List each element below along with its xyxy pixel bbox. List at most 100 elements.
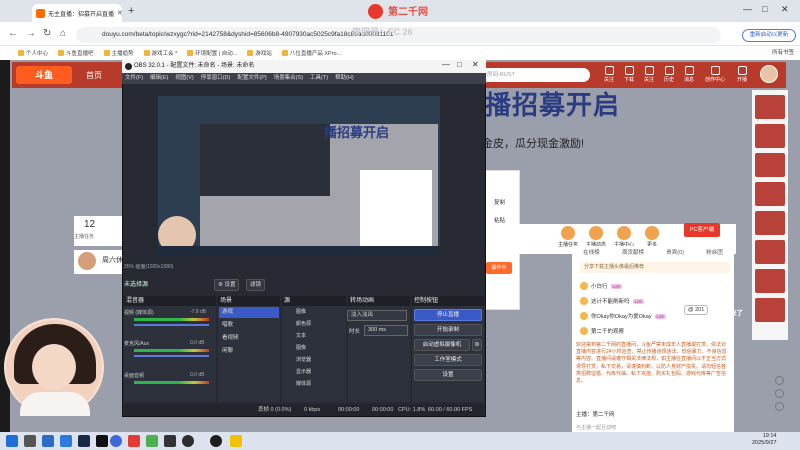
transition-select[interactable]: 淡入淡出 [347, 310, 407, 321]
app-icon[interactable] [230, 435, 242, 447]
source-item[interactable]: 媒体源 [284, 379, 346, 390]
source-item[interactable]: 颜色源 [284, 319, 346, 330]
scene-item[interactable]: 看视频 [219, 333, 279, 344]
tab-fans[interactable]: 粉丝团 [706, 248, 723, 256]
promo-card[interactable] [755, 240, 785, 264]
start-recording-button[interactable]: 开始录制 [414, 324, 482, 336]
bookmark-item[interactable]: 斗鱼直播吧 [58, 49, 94, 57]
promo-card[interactable] [755, 269, 785, 293]
menu-profile[interactable]: 配置文件(P) [237, 73, 266, 84]
scene-item[interactable]: 闲聊 [219, 346, 279, 357]
tab-vip[interactable]: 贵宾(0) [666, 248, 684, 256]
menu-edit[interactable]: 编辑(E) [150, 73, 168, 84]
bookmark-item[interactable]: 主播趋势 [103, 49, 134, 57]
gear-icon[interactable]: ⚙ [472, 339, 482, 351]
dialog-action-button[interactable]: 操作中 [486, 262, 512, 274]
promo-card[interactable] [755, 95, 785, 119]
header-icon[interactable]: 消息 [680, 66, 698, 83]
header-icon[interactable]: 关注 [600, 66, 618, 83]
home-icon[interactable]: ⌂ [60, 28, 66, 39]
promo-card[interactable] [755, 182, 785, 206]
bookmark-item[interactable]: 游戏站 [247, 49, 272, 57]
forward-icon[interactable]: → [26, 28, 36, 39]
reload-icon[interactable]: ↻ [43, 28, 51, 39]
header-icon[interactable]: 下载 [620, 66, 638, 83]
edge-icon[interactable] [60, 435, 72, 447]
menu-help[interactable]: 帮助(H) [335, 73, 354, 84]
source-filters-button[interactable]: 滤镜 [246, 279, 266, 291]
explorer-icon[interactable] [42, 435, 54, 447]
gift-item[interactable]: 更多 [640, 226, 664, 248]
rank-row[interactable]: 第二千的观察 [580, 325, 730, 337]
source-item[interactable]: 图像 [284, 343, 346, 354]
refresh-icon[interactable] [774, 376, 784, 385]
browser-tab[interactable]: 无主直播：招募开启直播 ✕ [32, 4, 122, 22]
header-icon[interactable]: 关注 [640, 66, 658, 83]
obs-taskbar-icon[interactable] [210, 435, 222, 447]
source-item[interactable]: 浏览器 [284, 355, 346, 366]
gift-item[interactable]: 主播中心 [612, 226, 636, 248]
app-icon[interactable] [146, 435, 158, 447]
source-item[interactable]: 文本 [284, 331, 346, 342]
obs-close-button[interactable]: ✕ [472, 60, 479, 69]
anchor-avatar[interactable] [78, 252, 96, 270]
promo-card[interactable] [755, 153, 785, 177]
promo-card[interactable] [755, 211, 785, 235]
header-icon[interactable]: 开播 [733, 66, 751, 83]
menu-scene-collection[interactable]: 场景集合(S) [274, 73, 303, 84]
douyu-search-input[interactable]: 搜索房间-RUST [470, 68, 590, 82]
gift-item[interactable]: 主播动态 [584, 226, 608, 248]
media-icon[interactable] [128, 435, 140, 447]
search-icon[interactable] [24, 435, 36, 447]
tab-online[interactable]: 在线榜 [583, 248, 600, 256]
close-icon[interactable]: ✕ [117, 9, 122, 17]
dialog-paste[interactable]: 粘贴 [494, 216, 505, 224]
settings-button[interactable]: 设置 [414, 369, 482, 381]
stop-stream-button[interactable]: 停止直播 [414, 309, 482, 321]
bookmark-item[interactable]: 游戏工会 * [143, 49, 177, 57]
app-icon[interactable] [164, 435, 176, 447]
menu-docks[interactable]: 停靠窗口(D) [201, 73, 231, 84]
obs-taskbar-icon[interactable] [182, 435, 194, 447]
app-icon[interactable] [96, 435, 108, 447]
bookmark-item[interactable]: 环境配置 | 自动... [187, 49, 237, 57]
user-avatar[interactable] [760, 65, 778, 83]
dialog-copy[interactable]: 复制 [494, 198, 505, 206]
header-icon[interactable]: 创作中心 [702, 66, 728, 83]
source-settings-button[interactable]: ⚙ 设置 [214, 279, 240, 291]
source-item[interactable]: 图像 [284, 307, 346, 318]
volume-slider[interactable] [134, 355, 209, 357]
douyu-logo[interactable]: 斗鱼 [16, 66, 72, 84]
promo-card[interactable] [755, 124, 785, 148]
steam-icon[interactable] [78, 435, 90, 447]
header-icon[interactable]: 历史 [660, 66, 678, 83]
virtual-camera-button[interactable]: 启动虚拟摄像机 [414, 339, 470, 351]
tab-weekly[interactable]: 周贡献榜 [622, 248, 644, 256]
bookmark-item[interactable]: 个人中心 [18, 49, 48, 57]
new-tab-button[interactable]: + [128, 5, 134, 17]
settings-icon[interactable] [774, 402, 784, 411]
nav-home[interactable]: 首页 [86, 70, 102, 81]
obs-maximize-button[interactable]: □ [457, 60, 462, 69]
k-app-icon[interactable] [110, 435, 122, 447]
duration-input[interactable]: 300 ms [364, 325, 408, 336]
scene-item[interactable]: 唱歌 [219, 320, 279, 331]
source-item[interactable]: 显示器 [284, 367, 346, 378]
clock[interactable]: 19:14 2025/9/27 [752, 433, 776, 447]
maximize-button[interactable]: □ [762, 4, 767, 14]
rank-row[interactable]: 小白行 Lv8 [580, 280, 730, 292]
studio-mode-button[interactable]: 工作室模式 [414, 354, 482, 366]
bookmark-item[interactable]: 八位直播产品 XPro... [281, 49, 341, 57]
rank-row[interactable]: 这计不能刷新吗 Lv6 [580, 295, 730, 307]
menu-view[interactable]: 视图(V) [175, 73, 193, 84]
pc-client-button[interactable]: PC客户端 [684, 223, 720, 237]
update-button[interactable]: 重新启动以更新 [742, 29, 796, 42]
promo-card[interactable] [755, 298, 785, 322]
window-close-button[interactable]: ✕ [781, 4, 789, 15]
scene-item[interactable]: 游戏 [219, 307, 279, 318]
back-icon[interactable]: ← [8, 28, 18, 39]
chat-input[interactable]: 与主播一起互动吧 [576, 424, 716, 432]
all-bookmarks-button[interactable]: 所有书签 [772, 48, 794, 56]
gift-item[interactable]: 主播任务 [556, 226, 580, 248]
share-icon[interactable] [774, 389, 784, 398]
